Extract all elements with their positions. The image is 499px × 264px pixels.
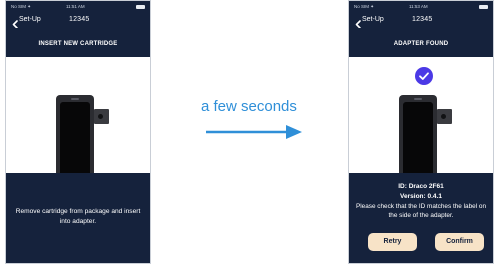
- device-id: 12345: [412, 16, 433, 23]
- back-button[interactable]: Set-Up: [19, 16, 41, 23]
- status-bar: No SIM ✦ 11:53 AM: [349, 1, 493, 13]
- carrier-label: No SIM ✦: [354, 4, 375, 9]
- back-chevron-icon[interactable]: [354, 16, 362, 29]
- carrier-label: No SIM ✦: [11, 4, 32, 9]
- instruction-text: Remove cartridge from package and insert…: [15, 208, 141, 225]
- status-bar: No SIM ✦ 11:51 AM: [6, 1, 150, 13]
- right-phone-screen: No SIM ✦ 11:53 AM Set-Up 12345 ADAPTER F…: [348, 0, 494, 264]
- checkmark-icon: [415, 67, 433, 85]
- adapter-version: Version: 0.4.1: [400, 193, 442, 200]
- back-button[interactable]: Set-Up: [362, 16, 384, 23]
- right-arrow-icon: [206, 125, 302, 139]
- screen-heading: INSERT NEW CARTRIDGE: [6, 28, 150, 57]
- device-id: 12345: [69, 16, 90, 23]
- instruction-panel: Remove cartridge from package and insert…: [6, 173, 150, 263]
- reader-device-image: [391, 95, 453, 173]
- nav-bar: Set-Up 12345: [349, 13, 493, 29]
- reader-device-image: [48, 95, 110, 173]
- retry-button[interactable]: Retry: [368, 233, 417, 251]
- left-phone-screen: No SIM ✦ 11:51 AM Set-Up 12345 INSERT NE…: [5, 0, 151, 264]
- adapter-id: ID: Draco 2F61: [398, 183, 444, 190]
- adapter-info-panel: ID: Draco 2F61 Version: 0.4.1 Please che…: [349, 173, 493, 263]
- confirm-button[interactable]: Confirm: [435, 233, 484, 251]
- transition-caption: a few seconds: [201, 98, 297, 115]
- status-time: 11:51 AM: [66, 4, 85, 9]
- battery-icon: [136, 5, 145, 9]
- battery-icon: [479, 5, 488, 9]
- nav-bar: Set-Up 12345: [6, 13, 150, 29]
- status-time: 11:53 AM: [409, 4, 428, 9]
- back-chevron-icon[interactable]: [11, 16, 19, 29]
- screen-heading: ADAPTER FOUND: [349, 28, 493, 57]
- verify-message: Please check that the ID matches the lab…: [355, 203, 487, 219]
